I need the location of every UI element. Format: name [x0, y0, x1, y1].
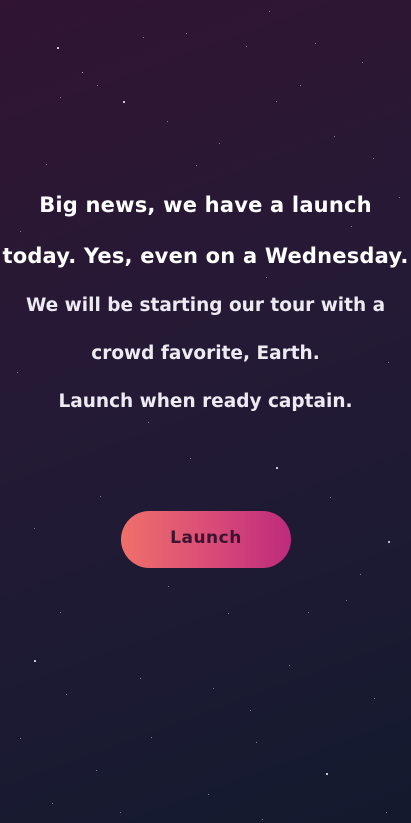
star-dot: [374, 698, 375, 699]
star-dot: [334, 136, 335, 137]
star-dot: [346, 600, 347, 601]
star-dot: [20, 738, 21, 739]
star-dot: [190, 458, 191, 459]
star-dot: [46, 164, 47, 165]
star-dot: [167, 121, 168, 122]
star-dot: [186, 33, 187, 34]
star-dot: [362, 62, 363, 63]
star-dot: [208, 794, 209, 795]
star-dot: [66, 694, 67, 695]
star-dot: [262, 819, 263, 820]
headline-line-2: today. Yes, even on a Wednesday.: [2, 244, 409, 268]
star-dot: [60, 612, 61, 613]
star-dot: [120, 812, 121, 813]
hero-description: We will be starting our tour with a crow…: [0, 282, 411, 426]
description-line-1: We will be starting our tour with a: [25, 295, 386, 316]
star-dot: [373, 158, 374, 159]
star-dot: [196, 165, 197, 166]
description-line-2: crowd favorite, Earth.: [91, 343, 320, 364]
star-dot: [34, 660, 36, 662]
star-dot: [151, 737, 152, 738]
star-dot: [60, 97, 61, 98]
star-dot: [246, 46, 247, 47]
star-dot: [388, 541, 391, 544]
star-dot: [250, 710, 251, 711]
star-dot: [123, 101, 125, 103]
star-dot: [143, 37, 144, 38]
star-dot: [82, 72, 84, 74]
star-dot: [308, 612, 309, 613]
star-dot: [228, 613, 229, 614]
star-dot: [289, 665, 290, 666]
star-dot: [276, 467, 278, 469]
star-dot: [97, 85, 98, 86]
description-line-3: Launch when ready captain.: [58, 391, 353, 412]
star-dot: [52, 803, 53, 804]
star-dot: [276, 101, 277, 102]
launch-button[interactable]: Launch: [121, 511, 291, 568]
star-dot: [219, 143, 220, 144]
hero-headline: Big news, we have a launch today. Yes, e…: [0, 180, 411, 282]
star-dot: [269, 11, 270, 12]
star-dot: [386, 812, 387, 813]
hero-section: Big news, we have a launch today. Yes, e…: [0, 180, 411, 426]
star-dot: [168, 586, 169, 587]
star-dot: [57, 47, 59, 49]
star-dot: [300, 85, 301, 86]
star-dot: [140, 678, 141, 679]
star-dot: [213, 688, 214, 689]
star-dot: [34, 528, 35, 529]
star-dot: [315, 43, 316, 44]
star-dot: [326, 773, 328, 775]
star-dot: [100, 496, 101, 497]
star-dot: [330, 497, 331, 498]
star-dot: [256, 742, 257, 743]
star-dot: [360, 574, 361, 575]
headline-line-1: Big news, we have a launch: [39, 193, 372, 217]
star-dot: [96, 770, 97, 771]
